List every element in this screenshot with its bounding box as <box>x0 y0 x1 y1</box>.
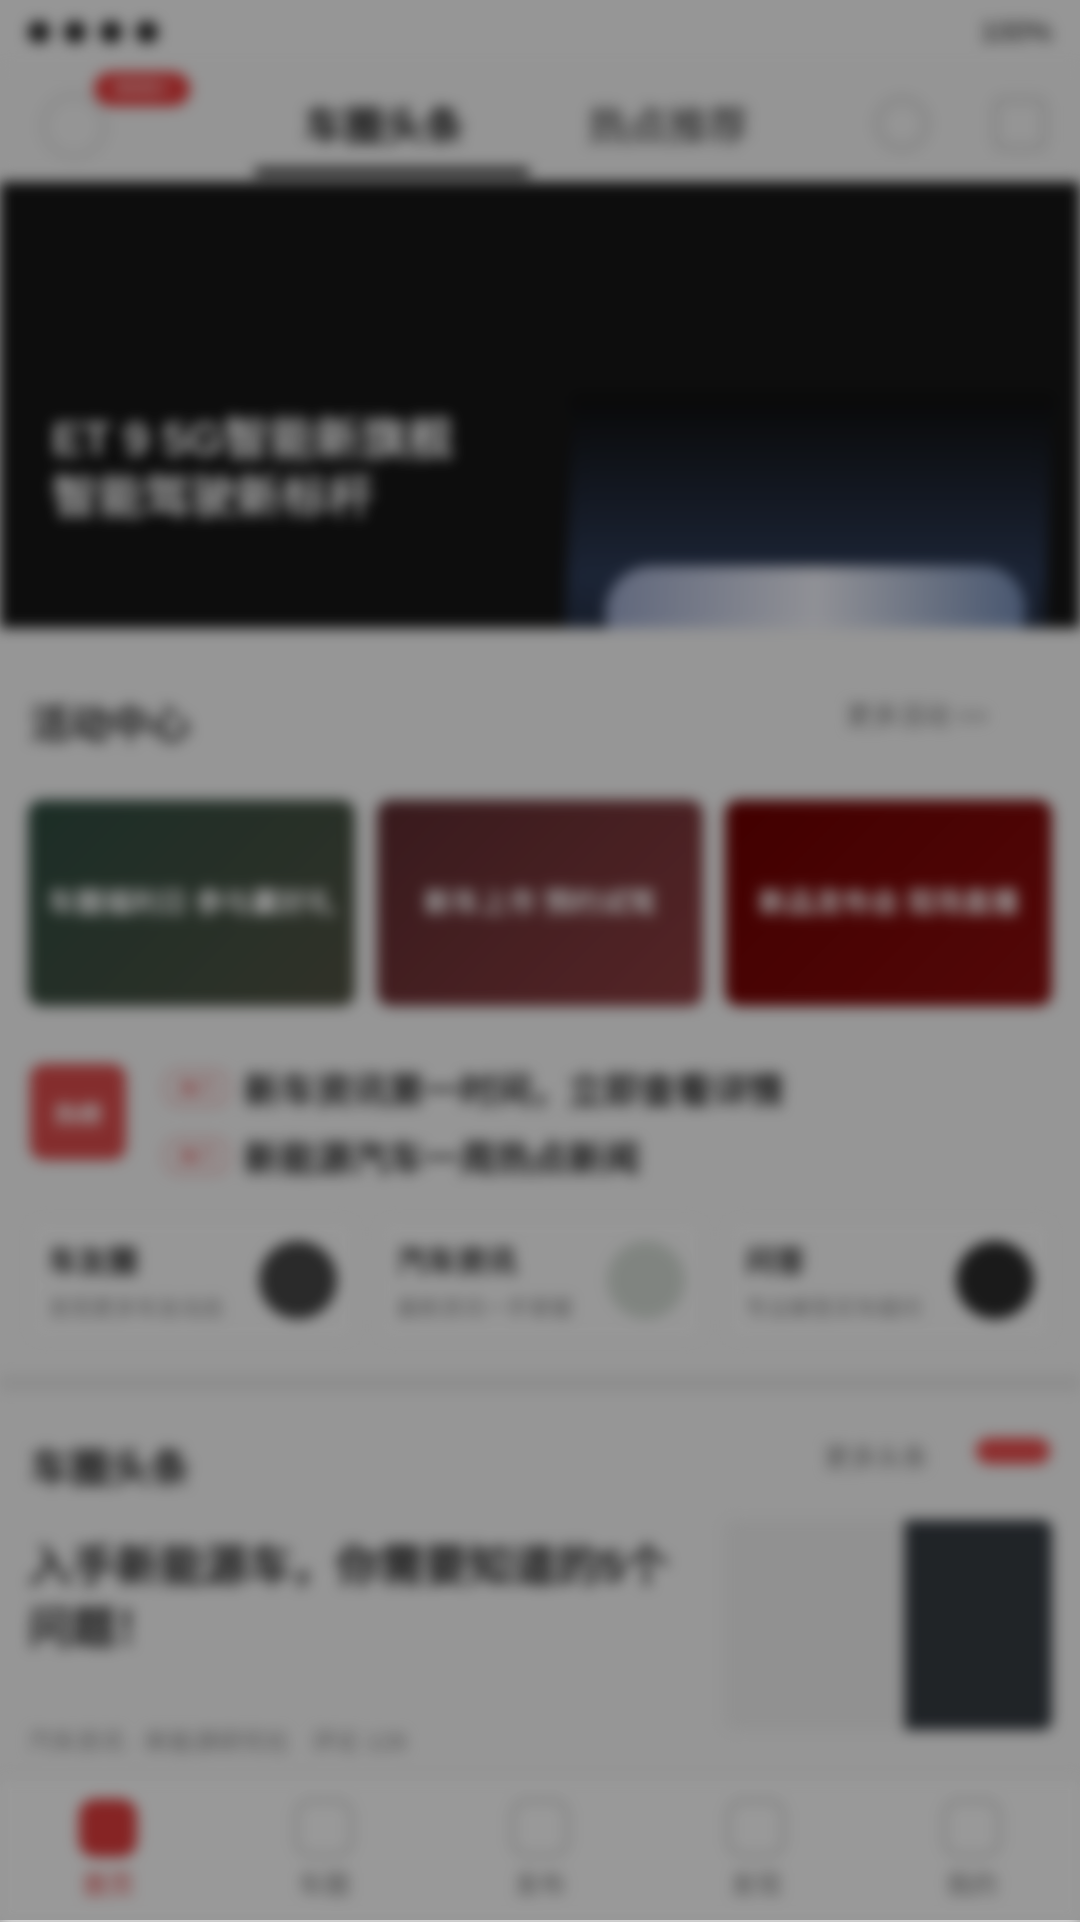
bottom-navigation: 首页 车圈 发布 发现 我的 <box>0 1776 1080 1922</box>
battery-text: 100% <box>980 16 1052 47</box>
bottom-nav-discover[interactable]: 发现 <box>676 1798 836 1902</box>
discover-icon <box>727 1798 785 1857</box>
signal-icon <box>28 21 50 43</box>
hot-list: 热门 新车资讯第一时间，立即查看详情 热门 新能源汽车一周热点新闻 <box>164 1062 1024 1198</box>
screen-content: 100% 9999+ 车圈头条 热点推荐 ET 9 5G智能新旗舰 智能驾驶新标… <box>0 0 1080 1922</box>
channel-text: 问答 专业解答买车疑问 <box>745 1237 921 1323</box>
channel-card[interactable]: 问答 专业解答买车疑问 <box>727 1220 1053 1340</box>
hot-tag: 热门 <box>164 1070 230 1106</box>
channel-subtitle: 发现更多车友动态 <box>48 1296 225 1321</box>
tab-hot-recommendations[interactable]: 热点推荐 <box>588 94 748 152</box>
status-right: 100% <box>980 16 1052 48</box>
notification-icon <box>100 21 122 43</box>
channel-title: 车友圈 <box>48 1246 138 1279</box>
hot-list-icon[interactable]: 热榜 <box>30 1064 126 1160</box>
active-tab-indicator <box>254 168 530 176</box>
channel-text: 车友圈 发现更多车友动态 <box>48 1237 224 1323</box>
hot-text: 新能源汽车一周热点新闻 <box>244 1138 641 1179</box>
status-bar: 100% <box>0 0 1080 64</box>
news-tag <box>976 1438 1050 1464</box>
bottom-nav-label: 首页 <box>81 1869 134 1900</box>
news-article-meta: 汽车资讯 · 新能源研究社 评论 128 <box>28 1722 678 1757</box>
app-root: 100% 9999+ 车圈头条 热点推荐 ET 9 5G智能新旗舰 智能驾驶新标… <box>0 0 1080 1922</box>
hot-list-item[interactable]: 热门 新能源汽车一周热点新闻 <box>164 1130 1024 1182</box>
news-title: 车圈头条 <box>30 1447 190 1491</box>
news-item[interactable]: 入手新能源车，你需要知道的5个问题！ 汽车资讯 · 新能源研究社 评论 128 <box>28 1520 1052 1756</box>
publish-icon <box>511 1798 569 1857</box>
avatar[interactable] <box>42 94 106 158</box>
news-more-link[interactable]: 更多头条 <box>824 1438 928 1475</box>
status-left <box>28 21 158 43</box>
profile-icon <box>943 1798 1001 1857</box>
bottom-nav-label: 发现 <box>729 1869 782 1900</box>
hero-title: ET 9 5G智能新旗舰 智能驾驶新标杆 <box>52 413 454 523</box>
hot-tag: 热门 <box>164 1138 230 1174</box>
channel-subtitle: 专业解答买车疑问 <box>745 1296 922 1321</box>
bottom-nav-profile[interactable]: 我的 <box>892 1798 1052 1902</box>
bottom-nav-label: 车圈 <box>297 1869 350 1900</box>
activity-more-link[interactable]: 更多活动 >> <box>846 696 988 733</box>
bell-icon[interactable] <box>876 98 928 150</box>
news-article-title: 入手新能源车，你需要知道的5个问题！ <box>28 1542 669 1653</box>
channel-thumbnail <box>258 1241 337 1319</box>
activity-card[interactable]: 新品发布会 现场直播 <box>725 800 1053 1006</box>
channel-title: 问答 <box>745 1246 806 1279</box>
notification-icon <box>136 21 158 43</box>
notification-badge: 9999+ <box>94 72 190 106</box>
hero-banner[interactable]: ET 9 5G智能新旗舰 智能驾驶新标杆 <box>0 182 1080 628</box>
message-icon[interactable] <box>994 98 1046 150</box>
news-thumbnail <box>724 1520 1052 1730</box>
bottom-nav-home[interactable]: 首页 <box>28 1798 188 1902</box>
activity-card[interactable]: 新车上市 预约试驾 <box>376 800 704 1006</box>
channel-thumbnail <box>956 1241 1035 1319</box>
hot-list-item[interactable]: 热门 新车资讯第一时间，立即查看详情 <box>164 1062 1024 1114</box>
activity-cards: 车圈福利日 参与赢好礼 新车上市 预约试驾 新品发布会 现场直播 <box>28 800 1053 1006</box>
channel-card[interactable]: 车友圈 发现更多车友动态 <box>30 1220 355 1340</box>
tab-car-headlines[interactable]: 车圈头条 <box>304 94 464 152</box>
bottom-nav-circle[interactable]: 车圈 <box>244 1798 404 1902</box>
car-image <box>559 396 1053 628</box>
section-divider <box>0 1376 1080 1390</box>
wifi-icon <box>64 21 86 43</box>
activity-title: 活动中心 <box>30 703 190 747</box>
hot-text: 新车资讯第一时间，立即查看详情 <box>244 1070 785 1111</box>
bottom-nav-publish[interactable]: 发布 <box>460 1798 620 1902</box>
bottom-nav-label: 我的 <box>945 1869 998 1900</box>
channel-subtitle: 最新资讯一手掌握 <box>396 1296 573 1321</box>
channel-text: 汽车资讯 最新资讯一手掌握 <box>397 1237 573 1323</box>
activity-card[interactable]: 车圈福利日 参与赢好礼 <box>28 800 355 1006</box>
news-comments: 评论 128 <box>311 1729 407 1756</box>
top-navigation: 9999+ 车圈头条 热点推荐 <box>0 64 1080 176</box>
bottom-nav-label: 发布 <box>513 1869 566 1900</box>
news-source: 汽车资讯 · 新能源研究社 <box>28 1729 290 1756</box>
channel-row: 车友圈 发现更多车友动态 汽车资讯 最新资讯一手掌握 问答 专业解答买车疑问 <box>30 1220 1053 1340</box>
channel-thumbnail <box>607 1241 686 1319</box>
circle-icon <box>295 1798 353 1857</box>
home-icon <box>79 1798 137 1857</box>
channel-title: 汽车资讯 <box>396 1246 517 1279</box>
channel-card[interactable]: 汽车资讯 最新资讯一手掌握 <box>378 1220 704 1340</box>
